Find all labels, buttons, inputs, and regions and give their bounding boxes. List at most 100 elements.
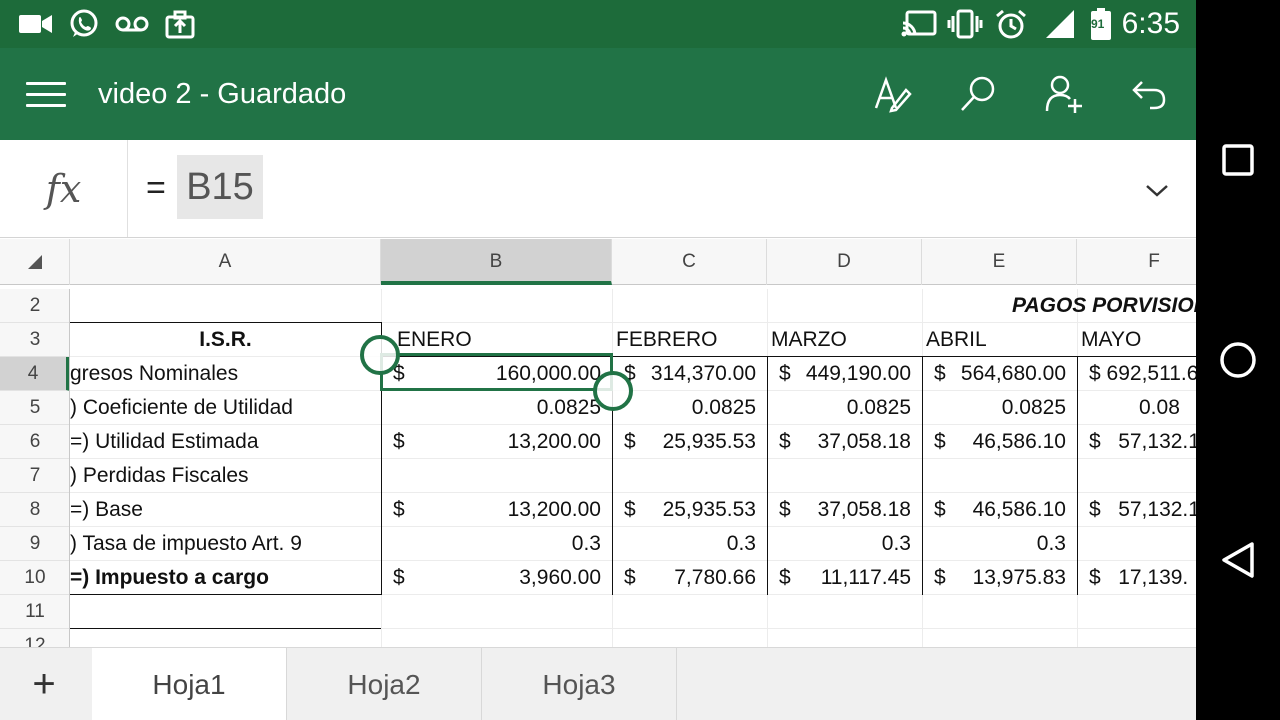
cell-d8[interactable]: $37,058.18 [767,493,922,527]
search-icon[interactable] [954,70,1002,118]
row-header-12[interactable]: 12 [0,629,69,647]
voicemail-icon [114,8,150,40]
cell-month-marzo[interactable]: MARZO [767,323,922,357]
video-camera-icon [18,8,54,40]
cell-isr[interactable]: I.S.R. [70,323,381,357]
draw-pen-icon[interactable] [868,70,916,118]
column-header-b[interactable]: B [381,239,612,285]
row-header-4[interactable]: 4 [0,357,69,391]
cell-value: 46,586.10 [972,498,1066,521]
cell-value: 46,586.10 [972,430,1066,453]
cell-label-tasa[interactable]: ) Tasa de impuesto Art. 9 [70,527,381,561]
row-header-9[interactable]: 9 [0,527,69,561]
row-header-8[interactable]: 8 [0,493,69,527]
cell-d4[interactable]: $449,190.00 [767,357,922,391]
row-header-2[interactable]: 2 [0,289,69,323]
currency-symbol: $ [393,430,405,453]
cell-f5[interactable]: 0.08 [1077,391,1196,425]
cell-label-perdidas[interactable]: ) Perdidas Fiscales [70,459,381,493]
cell-f6[interactable]: $ 57,132.1 [1077,425,1196,459]
column-header-e[interactable]: E [922,239,1077,285]
undo-icon[interactable] [1126,70,1174,118]
currency-symbol: $ [779,566,791,589]
cell-d9[interactable]: 0.3 [767,527,922,561]
cell-b10[interactable]: $3,960.00 [381,561,612,595]
cell-d10[interactable]: $11,117.45 [767,561,922,595]
select-all-corner[interactable] [0,239,70,285]
cell-e9[interactable]: 0.3 [922,527,1077,561]
row-header-3[interactable]: 3 [0,323,69,357]
cell-f10[interactable]: $ 17,139. [1077,561,1196,595]
document-title[interactable]: video 2 - Guardado [98,76,346,112]
cell-f8[interactable]: $ 57,132.1 [1077,493,1196,527]
cell-label-impuesto[interactable]: =) Impuesto a cargo [70,561,381,595]
cell-e4[interactable]: $564,680.00 [922,357,1077,391]
cell-e8[interactable]: $46,586.10 [922,493,1077,527]
cell-month-enero[interactable]: ENERO [381,323,612,357]
chevron-down-icon[interactable] [1144,182,1170,205]
currency-symbol: $ [934,498,946,521]
cell-grid[interactable]: PAGOS PORVISION I.S.R. ENERO FEBRERO MAR… [70,289,1196,647]
row-headers: 2 3 4 5 6 7 8 9 10 11 12 [0,289,70,647]
cell-e10[interactable]: $13,975.83 [922,561,1077,595]
cell-f4[interactable]: $ 692,511.6 [1077,357,1196,391]
cell-b6[interactable]: $13,200.00 [381,425,612,459]
row-header-5[interactable]: 5 [0,391,69,425]
signal-icon [1042,8,1078,40]
cell-c4[interactable]: $314,370.00 [612,357,767,391]
formula-reference[interactable]: B15 [177,155,263,219]
vibrate-icon [946,8,984,40]
app-bar: video 2 - Guardado [0,48,1196,140]
currency-symbol: $ [393,498,405,521]
add-person-icon[interactable] [1040,70,1088,118]
home-circle-icon[interactable] [1216,338,1260,382]
sheet-tab-hoja3[interactable]: Hoja3 [482,648,677,720]
cell-label-base[interactable]: =) Base [70,493,381,527]
sheet-tab-hoja2[interactable]: Hoja2 [287,648,482,720]
cell-month-abril[interactable]: ABRIL [922,323,1077,357]
currency-symbol: $ [1089,362,1101,385]
cell-selection-b4[interactable] [380,353,613,391]
cell-label-utilidad[interactable]: =) Utilidad Estimada [70,425,381,459]
row-header-6[interactable]: 6 [0,425,69,459]
cell-e5[interactable]: 0.0825 [922,391,1077,425]
cell-e6[interactable]: $46,586.10 [922,425,1077,459]
cell-b9[interactable]: 0.3 [381,527,612,561]
alarm-icon [992,8,1030,40]
hamburger-menu-icon[interactable] [22,74,70,114]
cell-c8[interactable]: $25,935.53 [612,493,767,527]
column-header-c[interactable]: C [612,239,767,285]
row-header-7[interactable]: 7 [0,459,69,493]
cell-month-febrero[interactable]: FEBRERO [612,323,767,357]
row-header-10[interactable]: 10 [0,561,69,595]
cell-d6[interactable]: $37,058.18 [767,425,922,459]
clock: 6:35 [1121,7,1180,40]
cell-d5[interactable]: 0.0825 [767,391,922,425]
recents-square-icon[interactable] [1216,138,1260,182]
row-header-11[interactable]: 11 [0,595,69,629]
excel-mobile-screen: 91 6:35 video 2 - Guardado fx = B15 A B … [0,0,1280,720]
fx-icon[interactable]: fx [0,140,128,237]
cell-b8[interactable]: $13,200.00 [381,493,612,527]
cell-label-coeficiente[interactable]: ) Coeficiente de Utilidad [70,391,381,425]
whatsapp-icon [66,8,102,40]
column-header-a[interactable]: A [70,239,381,285]
selection-handle-start[interactable] [360,335,400,375]
selection-handle-end[interactable] [593,371,633,411]
currency-symbol: $ [624,498,636,521]
cell-c10[interactable]: $7,780.66 [612,561,767,595]
cell-title[interactable]: PAGOS PORVISION [922,289,1196,323]
cell-c5[interactable]: 0.0825 [612,391,767,425]
cell-month-mayo[interactable]: MAYO [1077,323,1196,357]
add-sheet-button[interactable]: + [12,660,76,708]
cell-value: 692,511.6 [1106,362,1196,385]
cell-c6[interactable]: $25,935.53 [612,425,767,459]
column-header-d[interactable]: D [767,239,922,285]
formula-equals[interactable]: = [146,168,166,208]
back-triangle-icon[interactable] [1216,538,1260,582]
cell-b5[interactable]: 0.0825 [381,391,612,425]
sheet-tab-hoja1[interactable]: Hoja1 [92,648,287,720]
battery-icon: 91 [1088,8,1114,40]
cell-c9[interactable]: 0.3 [612,527,767,561]
cell-label-ingresos[interactable]: gresos Nominales [70,357,381,391]
